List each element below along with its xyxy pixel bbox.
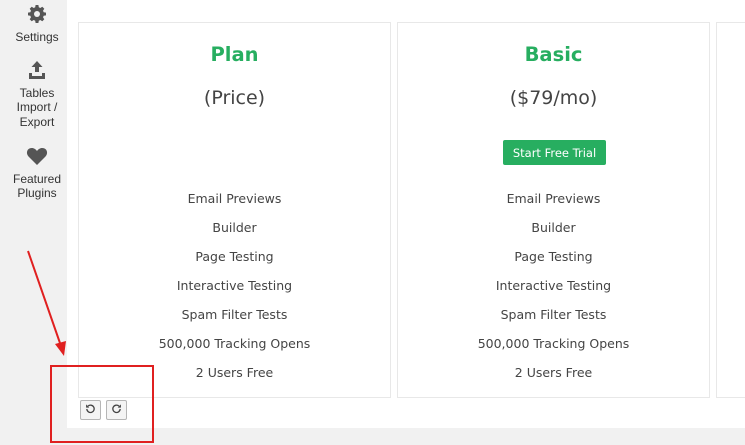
column-title: Basic [524, 43, 583, 66]
gear-icon [0, 4, 74, 28]
feature-item: Builder [531, 220, 576, 235]
feature-item: Spam Filter Tests [181, 307, 288, 322]
sidebar-item-tables-import-export[interactable]: Tables Import / Export [0, 60, 74, 129]
feature-list: Email Previews Builder Page Testing Inte… [79, 190, 390, 393]
column-title: Plan [210, 43, 259, 66]
feature-list: Email Previews Builder Page Testing Inte… [398, 190, 709, 393]
feature-item: Interactive Testing [495, 278, 612, 293]
column-price: (Price) [203, 87, 266, 109]
redo-button[interactable] [106, 400, 127, 420]
feature-item: Spam Filter Tests [500, 307, 607, 322]
upload-icon [0, 60, 74, 84]
feature-item: 500,000 Tracking Opens [158, 336, 311, 351]
feature-item: 2 Users Free [514, 365, 593, 380]
heart-icon [0, 146, 74, 170]
feature-item: Email Previews [187, 191, 282, 206]
feature-item: 2 Users Free [195, 365, 274, 380]
sidebar-item-settings[interactable]: Settings [0, 4, 74, 44]
undo-button[interactable] [80, 400, 101, 420]
admin-sidebar: Settings Tables Import / Export Featured… [0, 0, 67, 445]
feature-item: Interactive Testing [176, 278, 293, 293]
redo-icon [111, 402, 122, 417]
start-free-trial-button[interactable]: Start Free Trial [503, 140, 606, 165]
feature-item: Email Previews [506, 191, 601, 206]
feature-item: 500,000 Tracking Opens [477, 336, 630, 351]
feature-item: Page Testing [195, 249, 274, 264]
undo-icon [85, 402, 96, 417]
pricing-column-plan: Plan (Price) Email Previews Builder Page… [78, 22, 391, 398]
feature-item: Builder [212, 220, 257, 235]
sidebar-item-label: Tables Import / Export [16, 85, 58, 129]
sidebar-item-label: Featured Plugins [12, 171, 62, 201]
sidebar-item-label: Settings [15, 29, 59, 44]
feature-item: Page Testing [514, 249, 593, 264]
sidebar-item-featured-plugins[interactable]: Featured Plugins [0, 146, 74, 201]
column-price: ($79/mo) [509, 87, 598, 109]
pricing-column-basic: Basic ($79/mo) Start Free Trial Email Pr… [397, 22, 710, 398]
pricing-column-partial [716, 22, 745, 398]
